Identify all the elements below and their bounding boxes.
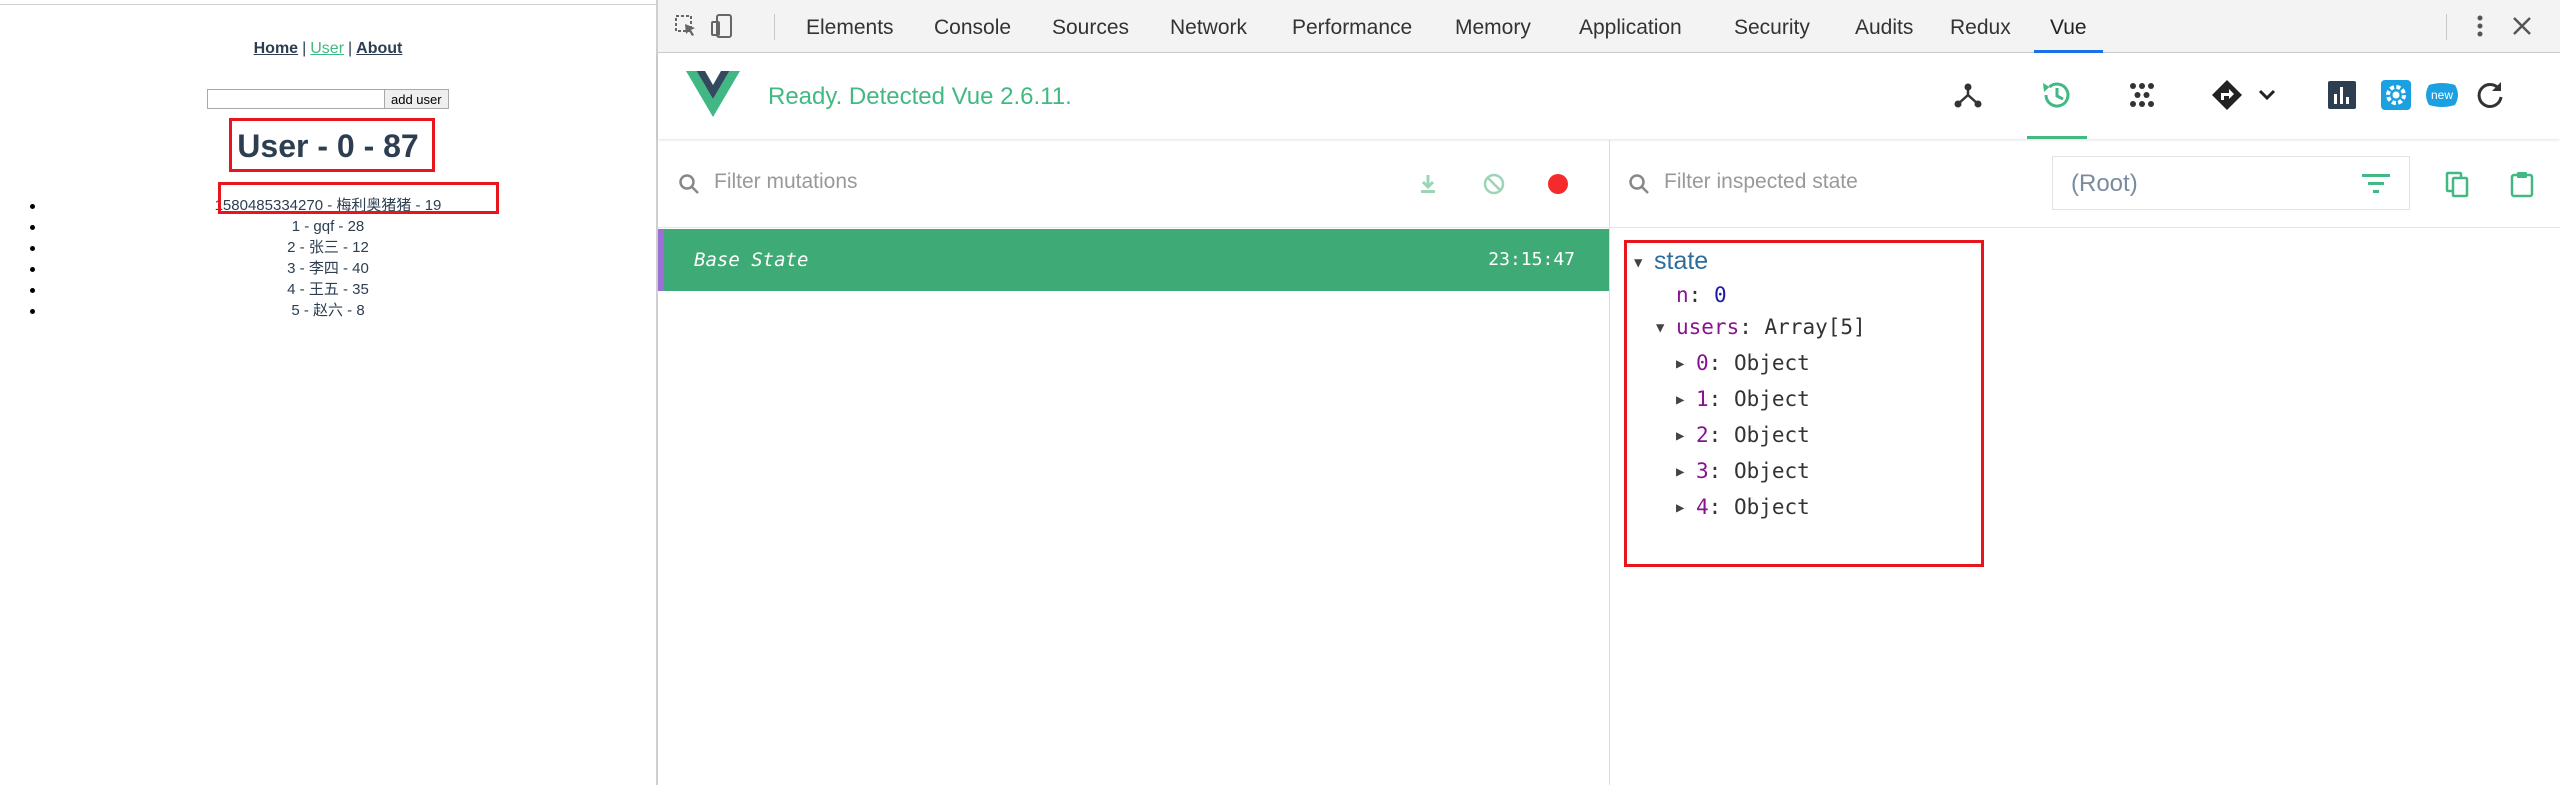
search-icon [678,173,700,200]
copy-icon[interactable] [2444,170,2472,203]
more-options-icon[interactable] [2466,12,2494,40]
devtools-tab-bar: Elements Console Sources Network Perform… [658,0,2560,53]
vue-logo-icon [686,71,740,122]
tab-sources[interactable]: Sources [1052,0,1129,53]
user-list-item: 4 - 王五 - 35 [0,279,656,300]
state-filter-bar: Filter inspected state (Root) [1610,140,2560,228]
new-badge-text: new [2431,88,2453,102]
mutation-name: Base State [694,249,809,271]
nav-separator: | [302,40,307,57]
nav-link-about[interactable]: About [356,40,402,57]
add-user-button[interactable]: add user [384,89,449,109]
user-list-item: 3 - 李四 - 40 [0,258,656,279]
filter-state-input[interactable]: Filter inspected state [1664,170,1858,194]
routing-menu-icon[interactable] [2208,73,2288,117]
app-page: Home | User | About add user User - 0 - 87 1… [0,0,656,785]
tab-memory[interactable]: Memory [1455,0,1531,53]
highlight-box-first-user [218,182,499,214]
components-tab-icon[interactable] [1948,73,1988,117]
user-list-item: 2 - 张三 - 12 [0,237,656,258]
tab-console[interactable]: Console [934,0,1011,53]
nav-link-home[interactable]: Home [254,40,298,57]
new-badge-icon: new [2422,73,2462,117]
paste-clipboard-icon[interactable] [2508,170,2536,203]
mutation-time: 23:15:47 [1488,249,1575,270]
tab-security[interactable]: Security [1734,0,1810,53]
refresh-icon[interactable] [2470,73,2510,117]
download-icon[interactable] [1416,172,1440,201]
tab-elements[interactable]: Elements [806,0,894,53]
vuex-timeline-tab-icon[interactable] [2027,73,2087,139]
tab-bar-separator [2446,14,2447,40]
tab-application[interactable]: Application [1579,0,1682,53]
tab-network[interactable]: Network [1170,0,1247,53]
tab-vue[interactable]: Vue [2034,0,2103,53]
devtools-panel: Elements Console Sources Network Perform… [656,0,2560,785]
close-icon[interactable] [2508,12,2536,40]
mutations-filter-bar: Filter mutations [658,140,1609,228]
user-list-item: 1 - gqf - 28 [0,216,656,237]
highlight-box-title [229,118,435,172]
nav-separator: | [348,40,353,57]
highlight-box-state [1624,240,1984,567]
root-selector-value: (Root) [2071,170,2138,197]
performance-tab-icon[interactable] [2322,73,2362,117]
filter-mutations-input[interactable]: Filter mutations [714,170,858,194]
search-icon [1628,173,1650,200]
vue-devtools-header: Ready. Detected Vue 2.6.11. new [658,53,2560,139]
app-nav: Home | User | About [0,40,656,58]
record-icon[interactable] [1546,172,1570,201]
root-selector[interactable]: (Root) [2052,156,2410,210]
device-toolbar-icon[interactable] [708,12,736,40]
add-user-form: add user [207,89,449,109]
nav-link-user[interactable]: User [310,40,344,57]
user-name-input[interactable] [207,89,385,109]
tab-redux[interactable]: Redux [1950,0,2011,53]
filter-icon [2361,171,2391,200]
vue-status-text: Ready. Detected Vue 2.6.11. [768,83,1072,110]
events-tab-icon[interactable] [2122,73,2162,117]
mutations-pane: Filter mutations Base State 23:15:47 [658,140,1610,785]
tab-performance[interactable]: Performance [1292,0,1412,53]
mutation-list-item[interactable]: Base State 23:15:47 [658,229,1609,291]
page-top-divider [0,4,656,5]
inspect-element-icon[interactable] [672,12,700,40]
tab-bar-separator [774,14,775,40]
user-list-item: 5 - 赵六 - 8 [0,300,656,321]
clear-icon[interactable] [1482,172,1506,201]
tab-audits[interactable]: Audits [1855,0,1913,53]
settings-gear-icon[interactable] [2376,73,2416,117]
